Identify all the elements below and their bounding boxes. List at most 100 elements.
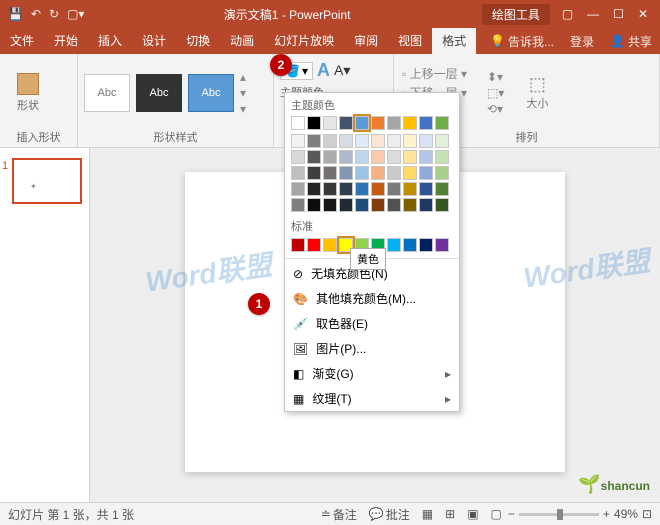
shapes-gallery[interactable]: 形状 xyxy=(6,73,50,113)
color-swatch[interactable] xyxy=(323,134,337,148)
color-swatch[interactable] xyxy=(419,150,433,164)
color-swatch[interactable] xyxy=(355,166,369,180)
align-icon[interactable]: ⬍▾ xyxy=(487,70,504,84)
save-icon[interactable]: 💾 xyxy=(8,7,23,21)
color-swatch[interactable] xyxy=(323,116,337,130)
color-swatch[interactable] xyxy=(419,238,433,252)
comments-button[interactable]: 💬 批注 xyxy=(363,506,416,523)
texture-fill-item[interactable]: ▦纹理(T)▸ xyxy=(285,386,459,411)
color-swatch[interactable] xyxy=(371,116,385,130)
color-swatch[interactable] xyxy=(387,116,401,130)
color-swatch[interactable] xyxy=(435,166,449,180)
color-swatch[interactable] xyxy=(435,198,449,212)
tab-home[interactable]: 开始 xyxy=(44,28,88,54)
chevron-up-icon[interactable]: ▴ xyxy=(240,70,246,84)
tab-review[interactable]: 审阅 xyxy=(344,28,388,54)
close-icon[interactable]: ✕ xyxy=(638,7,648,21)
tab-anim[interactable]: 动画 xyxy=(220,28,264,54)
color-swatch[interactable] xyxy=(355,198,369,212)
more-colors-item[interactable]: 🎨其他填充颜色(M)... xyxy=(285,286,459,311)
gradient-fill-item[interactable]: ◧渐变(G)▸ xyxy=(285,361,459,386)
zoom-slider[interactable] xyxy=(519,513,599,516)
color-swatch[interactable] xyxy=(387,150,401,164)
tab-insert[interactable]: 插入 xyxy=(88,28,132,54)
color-swatch[interactable] xyxy=(307,134,321,148)
color-swatch[interactable] xyxy=(291,150,305,164)
chevron-down-icon[interactable]: ▾ xyxy=(240,86,246,100)
color-swatch[interactable] xyxy=(307,150,321,164)
tell-me[interactable]: 💡告诉我... xyxy=(482,33,562,50)
color-swatch[interactable] xyxy=(291,134,305,148)
color-swatch[interactable] xyxy=(339,198,353,212)
color-swatch[interactable] xyxy=(387,134,401,148)
tab-format[interactable]: 格式 xyxy=(432,28,476,54)
color-swatch[interactable] xyxy=(387,238,401,252)
fit-icon[interactable]: ⊡ xyxy=(642,507,652,521)
color-swatch[interactable] xyxy=(403,166,417,180)
color-swatch[interactable] xyxy=(355,134,369,148)
color-swatch[interactable] xyxy=(435,182,449,196)
bring-forward-button[interactable]: ▫ 上移一层 ▾ xyxy=(402,65,467,82)
color-swatch[interactable] xyxy=(339,134,353,148)
tab-design[interactable]: 设计 xyxy=(132,28,176,54)
color-swatch[interactable] xyxy=(355,150,369,164)
color-swatch[interactable] xyxy=(435,150,449,164)
color-swatch[interactable] xyxy=(387,198,401,212)
zoom-out-icon[interactable]: − xyxy=(508,507,515,521)
color-swatch[interactable] xyxy=(307,182,321,196)
color-swatch[interactable] xyxy=(307,166,321,180)
color-swatch[interactable] xyxy=(307,116,321,130)
color-swatch[interactable] xyxy=(371,150,385,164)
color-swatch[interactable] xyxy=(435,116,449,130)
more-icon[interactable]: ▾ xyxy=(240,102,246,116)
view-reading-icon[interactable]: ▣ xyxy=(461,507,484,521)
color-swatch[interactable] xyxy=(371,182,385,196)
color-swatch[interactable] xyxy=(419,182,433,196)
group-icon[interactable]: ⬚▾ xyxy=(487,86,504,100)
color-swatch[interactable] xyxy=(339,166,353,180)
tab-slideshow[interactable]: 幻灯片放映 xyxy=(264,28,344,54)
view-normal-icon[interactable]: ▦ xyxy=(416,507,439,521)
color-swatch[interactable] xyxy=(339,116,353,130)
color-swatch[interactable] xyxy=(355,182,369,196)
style-preset-1[interactable]: Abc xyxy=(84,74,130,112)
minimize-icon[interactable]: — xyxy=(587,7,599,21)
color-swatch[interactable] xyxy=(323,150,337,164)
color-swatch[interactable] xyxy=(307,238,321,252)
redo-icon[interactable]: ↻ xyxy=(49,7,59,21)
color-swatch[interactable] xyxy=(371,198,385,212)
color-swatch[interactable] xyxy=(339,150,353,164)
style-preset-3[interactable]: Abc xyxy=(188,74,234,112)
color-swatch[interactable] xyxy=(387,182,401,196)
ribbon-options-icon[interactable]: ▢ xyxy=(562,7,573,21)
style-preset-2[interactable]: Abc xyxy=(136,74,182,112)
login-button[interactable]: 登录 xyxy=(562,33,602,50)
maximize-icon[interactable]: ☐ xyxy=(613,7,624,21)
color-swatch[interactable] xyxy=(291,166,305,180)
color-swatch[interactable] xyxy=(323,198,337,212)
tab-transition[interactable]: 切换 xyxy=(176,28,220,54)
notes-button[interactable]: ≐ 备注 xyxy=(315,506,363,523)
eyedropper-item[interactable]: 💉取色器(E) xyxy=(285,311,459,336)
undo-icon[interactable]: ↶ xyxy=(31,7,41,21)
color-swatch[interactable] xyxy=(419,166,433,180)
tab-file[interactable]: 文件 xyxy=(0,28,44,54)
thumbnail-pane[interactable]: ✦ xyxy=(0,148,90,502)
slideshow-icon[interactable]: ▢▾ xyxy=(67,7,84,21)
color-swatch[interactable] xyxy=(403,150,417,164)
zoom-level[interactable]: 49% xyxy=(614,507,638,521)
color-swatch[interactable] xyxy=(419,116,433,130)
view-slideshow-icon[interactable]: ▢ xyxy=(485,507,508,521)
size-icon[interactable]: ⬚ xyxy=(529,74,546,95)
color-swatch[interactable] xyxy=(403,134,417,148)
color-swatch[interactable] xyxy=(435,238,449,252)
color-swatch[interactable] xyxy=(403,182,417,196)
color-swatch[interactable] xyxy=(291,198,305,212)
color-swatch[interactable] xyxy=(403,198,417,212)
share-button[interactable]: 👤共享 xyxy=(602,33,660,50)
slide-thumbnail-1[interactable]: ✦ xyxy=(12,158,82,204)
color-swatch[interactable] xyxy=(403,116,417,130)
zoom-in-icon[interactable]: + xyxy=(603,507,610,521)
color-swatch[interactable] xyxy=(291,182,305,196)
view-sorter-icon[interactable]: ⊞ xyxy=(439,507,461,521)
